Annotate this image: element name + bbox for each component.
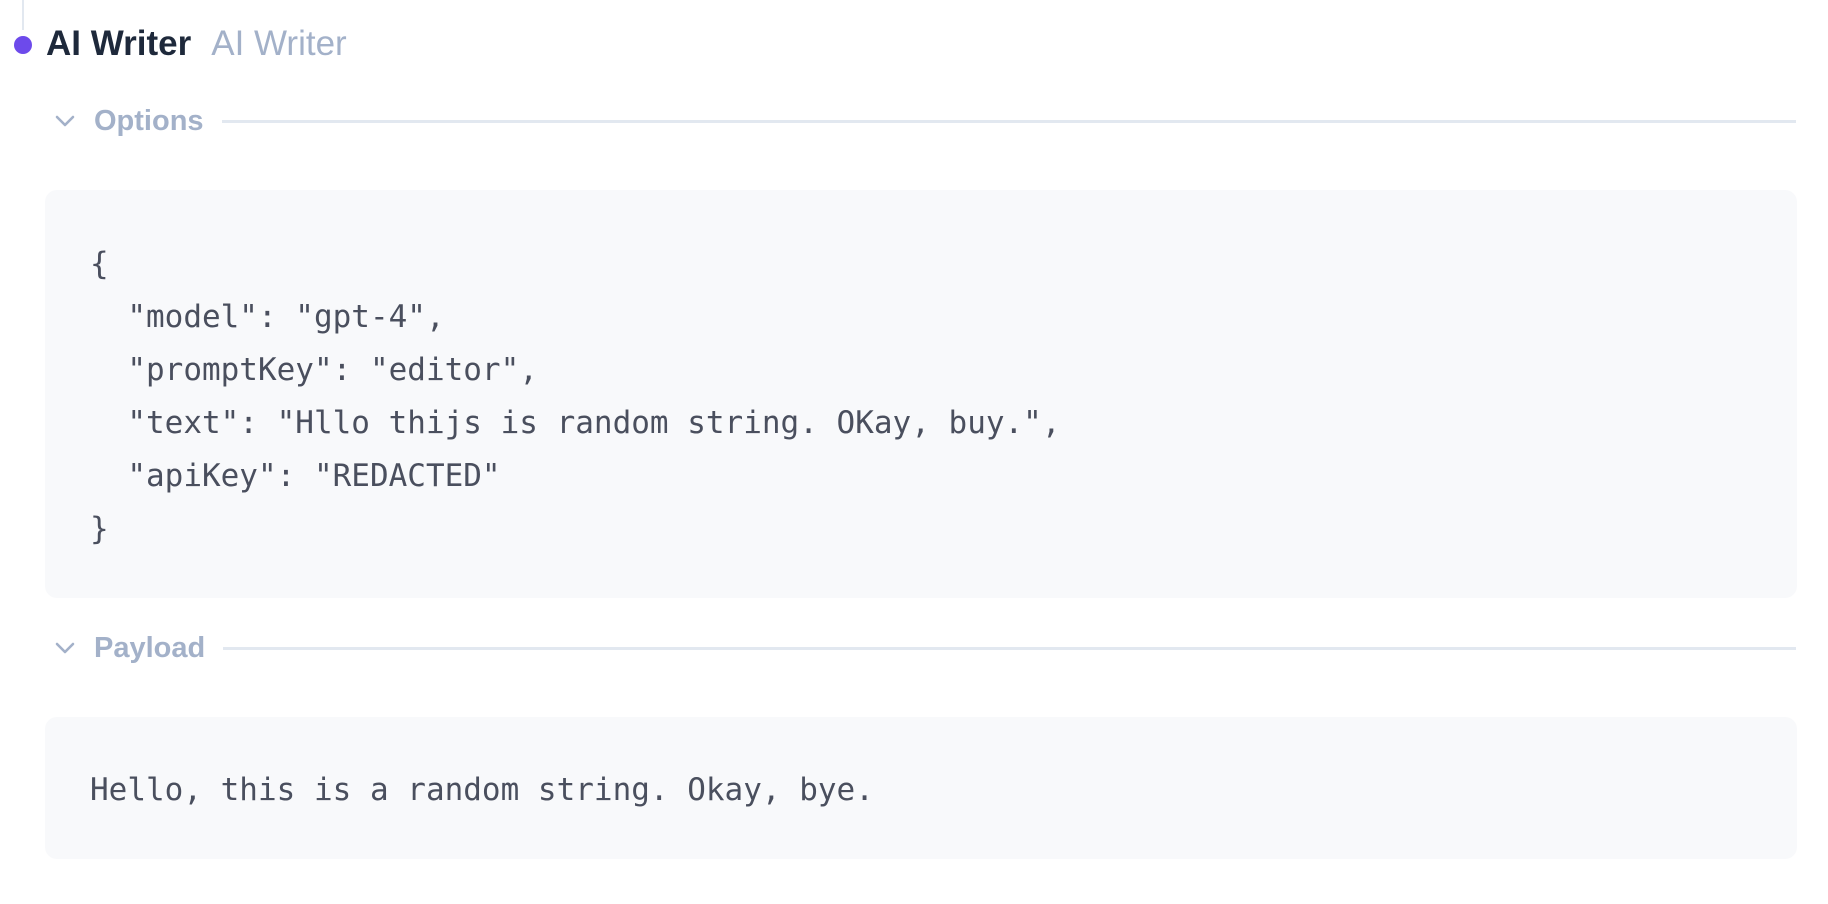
code-line: {	[90, 246, 109, 282]
payload-divider	[223, 646, 1796, 650]
payload-code-block: Hello, this is a random string. Okay, by…	[45, 717, 1797, 859]
timeline-connector	[22, 0, 24, 30]
code-line: "text": "Hllo thijs is random string. OK…	[90, 405, 1061, 441]
code-line: "apiKey": "REDACTED"	[90, 458, 501, 494]
status-dot	[14, 36, 32, 54]
chevron-down-icon[interactable]	[52, 635, 78, 661]
node-title: AI Writer	[46, 24, 192, 63]
options-code-block: { "model": "gpt-4", "promptKey": "editor…	[45, 190, 1797, 598]
code-line: "model": "gpt-4",	[90, 299, 445, 335]
payload-section-label[interactable]: Payload	[94, 632, 205, 665]
chevron-down-icon[interactable]	[52, 108, 78, 134]
options-section-toggle[interactable]: Options	[52, 99, 1796, 143]
code-line: "promptKey": "editor",	[90, 352, 538, 388]
node-header: AI Writer AI Writer	[46, 20, 347, 68]
options-section-label[interactable]: Options	[94, 105, 204, 138]
code-line: }	[90, 511, 109, 547]
payload-section-toggle[interactable]: Payload	[52, 626, 1796, 670]
node-subtitle: AI Writer	[211, 24, 347, 63]
payload-text: Hello, this is a random string. Okay, by…	[90, 772, 874, 808]
options-divider	[221, 119, 1796, 123]
